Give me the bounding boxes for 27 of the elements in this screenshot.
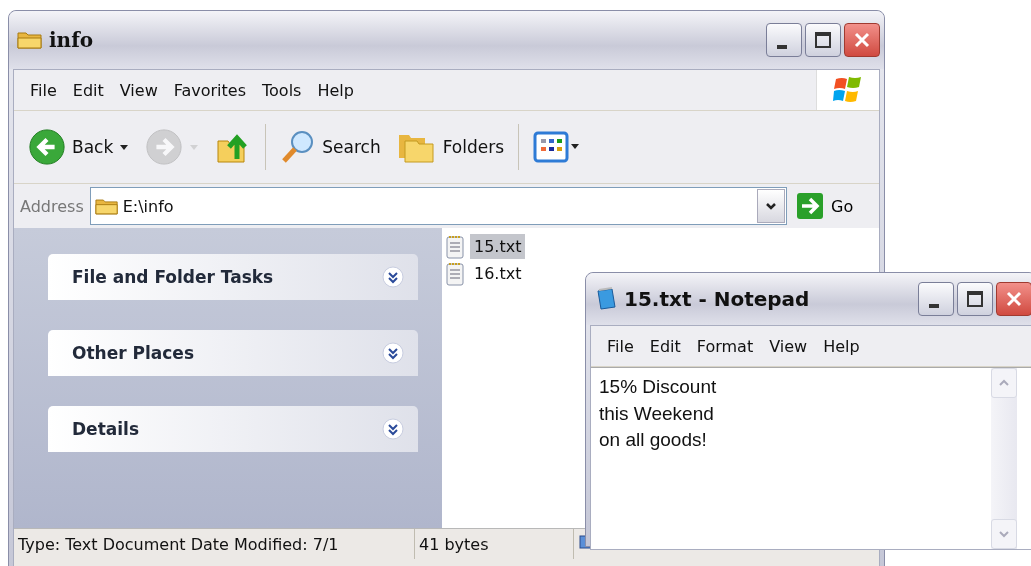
menu-item[interactable]: File (22, 76, 65, 104)
menu-item[interactable]: Tools (254, 76, 310, 104)
menu-item[interactable]: Help (309, 76, 362, 104)
status-text: 41 bytes (415, 529, 574, 559)
task-panel-header[interactable]: File and Folder Tasks (48, 254, 418, 300)
window-title: 15.txt - Notepad (624, 287, 810, 311)
task-panel-header[interactable]: Other Places (48, 330, 418, 376)
menu-item[interactable]: Favorites (165, 76, 254, 104)
address-field[interactable]: E:\info (89, 187, 787, 225)
document-text: 15% Discount this Weekend on all goods! (598, 375, 718, 453)
menu-item[interactable]: File (599, 332, 642, 360)
menu-item[interactable]: View (761, 332, 816, 360)
status-text: Type: Text Document Date Modified: 7/1 (14, 529, 415, 559)
back-button[interactable]: Back (22, 126, 136, 168)
go-button[interactable]: Go (793, 193, 873, 219)
file-entry[interactable]: 16.txt (470, 261, 526, 286)
folders-button[interactable]: Folders (390, 127, 511, 167)
search-button[interactable]: Search (274, 127, 387, 167)
address-label: Address (20, 196, 84, 216)
menu-item[interactable]: Help (815, 332, 868, 360)
window-title: info (49, 28, 94, 52)
task-panel-header[interactable]: Details (48, 406, 418, 452)
file-entry[interactable]: 15.txt (470, 234, 526, 259)
menu-item[interactable]: Format (688, 332, 762, 360)
menu-item[interactable]: Edit (641, 332, 689, 360)
menu-item[interactable]: Edit (64, 76, 112, 104)
menu-item[interactable]: View (111, 76, 166, 104)
